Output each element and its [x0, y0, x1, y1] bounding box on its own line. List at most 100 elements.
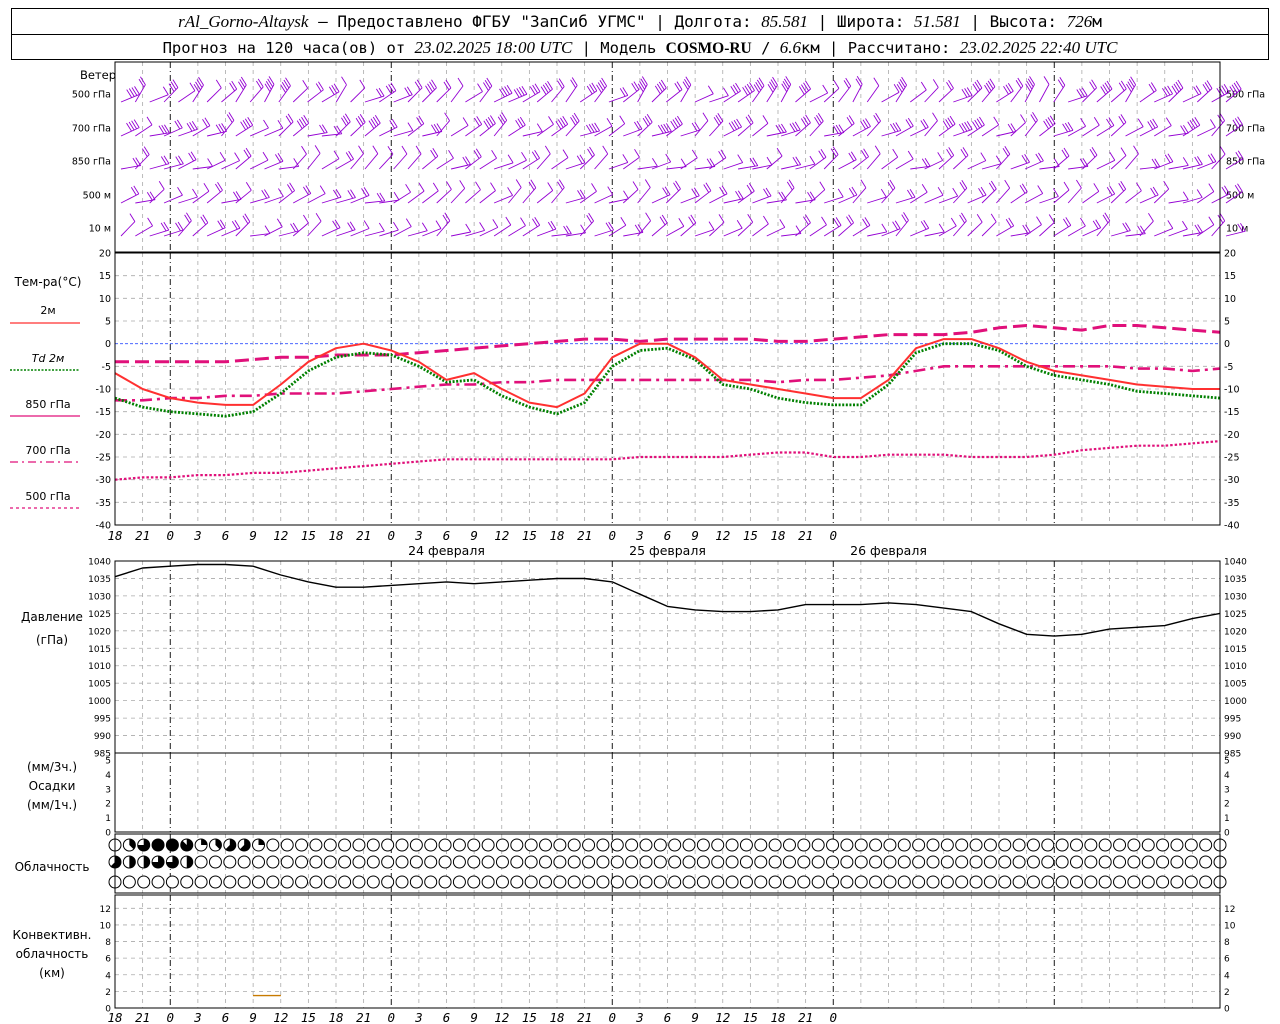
cloud-cover-circle [323, 875, 337, 889]
wind-barb [622, 189, 639, 204]
time-tick-label-bottom: 0 [387, 1010, 395, 1024]
wind-barb [881, 156, 898, 170]
wind-barb-feather [762, 115, 769, 124]
wind-barb [178, 220, 192, 237]
wind-barb [1039, 222, 1055, 237]
wind-barb-feather [622, 154, 629, 163]
wind-barb-feather [993, 116, 1000, 126]
wind-barb-feather [781, 83, 788, 93]
cloud-cover-circle [510, 875, 524, 889]
cloud-cover-circle [1113, 855, 1127, 869]
wind-barb [350, 228, 370, 237]
wind-barb [1053, 85, 1066, 103]
time-tick-label-bottom: 0 [166, 1010, 174, 1024]
cloud-cover-circle [926, 875, 940, 889]
wind-barb-feather [819, 181, 826, 190]
cloud-cover-circle [869, 838, 883, 852]
cloud-cover-circle [811, 838, 825, 852]
wind-barb [479, 123, 496, 137]
wind-level-label-right: 500 гПа [1226, 90, 1265, 101]
wind-barb-feather [1128, 78, 1135, 88]
wind-barb-feather [1004, 179, 1011, 189]
wind-barb-feather [515, 179, 522, 188]
cloud-cover-circle [495, 875, 509, 889]
cloud-cover-circle [983, 875, 997, 889]
wind-barb [709, 222, 725, 237]
wind-barb [866, 85, 880, 103]
cloud-cover-circle [582, 875, 596, 889]
cloud-cover-circle [524, 855, 538, 869]
precip-tick-label-left: 5 [105, 757, 111, 767]
wind-barb-feather [995, 155, 1002, 164]
wind-barb [579, 90, 598, 103]
wind-barb [981, 221, 997, 237]
wind-barb-feather [682, 81, 689, 90]
cloud-cover-circle [1156, 838, 1170, 852]
cloud-cover-circle [1184, 855, 1198, 869]
wind-barb [522, 131, 543, 137]
wind-barb-feather [937, 152, 944, 161]
cloud-cover-circle [510, 855, 524, 869]
wind-barb-feather [821, 216, 827, 226]
wind-barb [1211, 153, 1226, 170]
wind-level-label-left: 10 м [89, 224, 111, 235]
wind-level-label-left: 700 гПа [72, 124, 111, 135]
precip-tick-label-left: 3 [105, 785, 111, 795]
time-tick-label: 0 [387, 528, 395, 543]
time-tick-label: 12 [715, 528, 730, 543]
wind-barb [852, 126, 871, 137]
wind-barb-feather [606, 117, 613, 127]
wind-barb [364, 153, 379, 170]
wind-barb [551, 123, 568, 137]
cloud-cover-circle [1012, 875, 1026, 889]
wind-barb-feather [855, 78, 862, 88]
temp-tick-label-right: -35 [1224, 498, 1240, 509]
wind-barb-feather [1043, 76, 1050, 85]
wind-barb [436, 120, 450, 137]
wind-barb [1211, 220, 1226, 237]
cloud-cover-circle [983, 838, 997, 852]
wind-barb-feather [950, 217, 957, 227]
wind-barb-feather [766, 156, 773, 166]
cloud-cover-circle [782, 855, 796, 869]
wind-barb [1039, 84, 1050, 103]
wind-barb-feather [860, 179, 867, 189]
cloud-cover-circle [381, 838, 395, 852]
wind-barb [493, 224, 512, 237]
cloud-cover-circle [208, 875, 222, 889]
precip-tick-label-right: 0 [1224, 829, 1230, 839]
wind-barb-feather [363, 220, 370, 229]
wind-barb-feather [477, 83, 483, 92]
wind-barb [637, 165, 658, 170]
wind-barb [594, 85, 607, 103]
wind-barb-feather [301, 145, 307, 155]
cloud-cover-circle [409, 838, 423, 852]
wind-barb-feather [1027, 78, 1034, 88]
wind-barb-feather [263, 119, 269, 129]
cloud-cover-circle [998, 838, 1012, 852]
cloud-cover-fill [166, 839, 179, 851]
time-tick-label: 3 [414, 528, 423, 543]
wind-barb [924, 231, 945, 237]
cloud-cover-circle [366, 855, 380, 869]
cloud-cover-circle [338, 875, 352, 889]
time-tick-label-bottom: 3 [193, 1010, 202, 1024]
cloud-cover-circle [653, 855, 667, 869]
wind-barb-feather [548, 116, 554, 125]
cloud-cover-circle [998, 875, 1012, 889]
wind-barb [436, 189, 452, 204]
cloud-cover-circle [682, 875, 696, 889]
wind-barb-feather [147, 217, 153, 227]
cloud-cover-circle [137, 875, 151, 889]
wind-barb [120, 221, 136, 237]
wind-barb-feather [177, 186, 183, 196]
cloud-cover-circle [668, 855, 682, 869]
wind-barb [795, 222, 811, 237]
wind-barb-feather [507, 187, 513, 196]
wind-barb-feather [520, 217, 526, 226]
convective-tick-label-right: 4 [1224, 971, 1230, 981]
wind-barb-feather [1219, 145, 1226, 155]
cloud-cover-circle [1199, 838, 1213, 852]
cloud-cover-circle [122, 875, 136, 889]
cloud-cover-circle [797, 875, 811, 889]
